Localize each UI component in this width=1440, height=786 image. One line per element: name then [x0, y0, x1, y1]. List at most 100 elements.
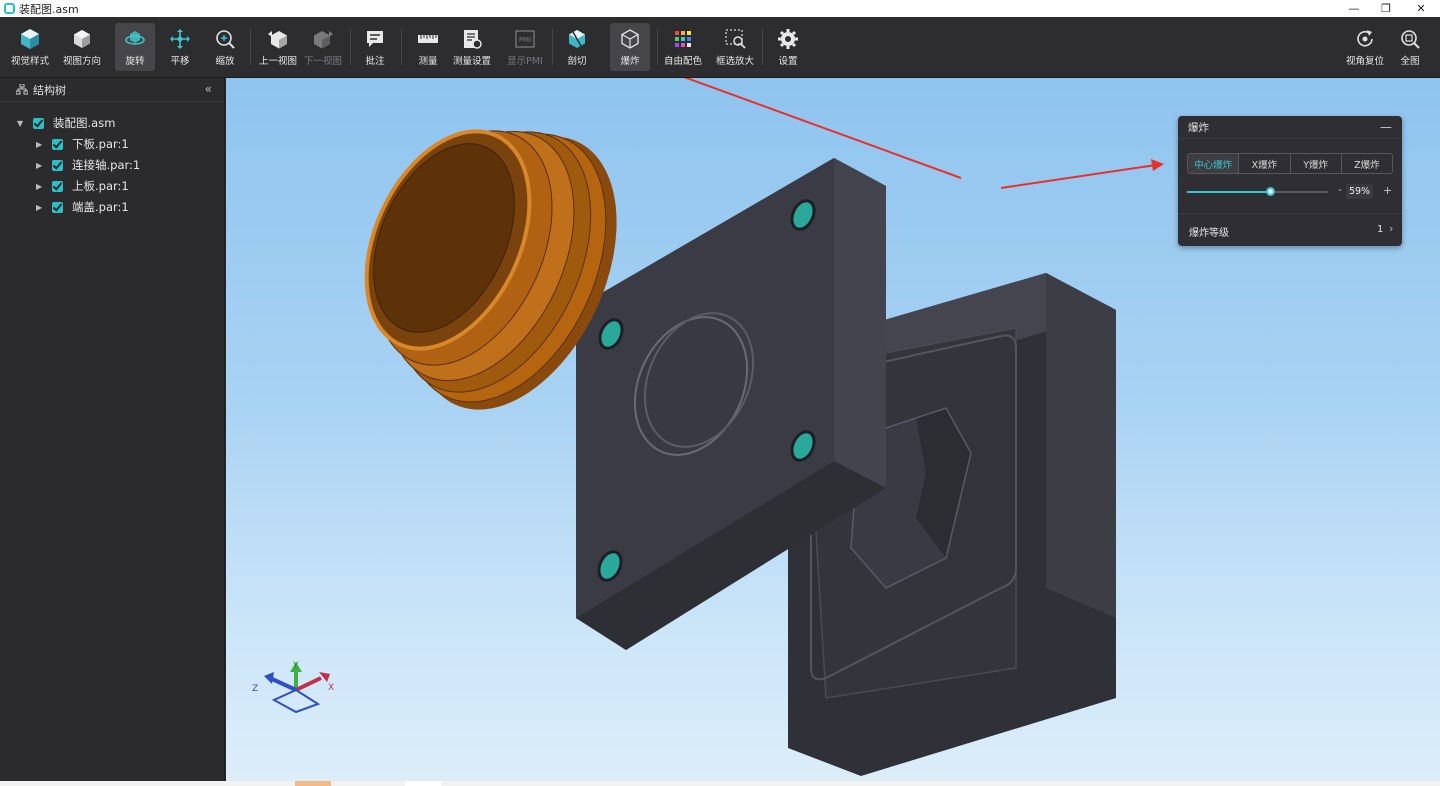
tree-node-child[interactable]: ▶ 端盖.par:1 [36, 198, 129, 216]
tool-reset-view[interactable]: 视角复位 [1344, 23, 1386, 71]
tree-node-label: 端盖.par:1 [72, 200, 129, 214]
tool-label: 视觉样式 [10, 56, 49, 67]
tool-label: 框选放大 [715, 56, 754, 67]
tool-label: 显示PMI [507, 56, 543, 67]
minimize-button[interactable]: — [1337, 0, 1371, 17]
axis-z-label: Z [252, 684, 258, 694]
tool-label: 缩放 [215, 56, 235, 67]
tree-node-child[interactable]: ▶ 上板.par:1 [36, 177, 129, 195]
close-button[interactable]: ✕ [1404, 0, 1438, 17]
annotation-arrow-line [1000, 164, 1157, 189]
tab-z-explode[interactable]: Z爆炸 [1342, 154, 1392, 173]
tab-center-explode[interactable]: 中心爆炸 [1188, 154, 1240, 173]
explode-level-value[interactable]: 1 [1377, 224, 1383, 235]
collapse-sidebar-button[interactable]: « [205, 82, 212, 96]
app-logo-icon [4, 3, 15, 14]
explode-icon [619, 28, 641, 50]
visibility-checkbox[interactable] [52, 201, 63, 213]
caret-down-icon[interactable]: ▼ [17, 119, 25, 128]
free-color-icon [672, 28, 694, 50]
tool-annotation[interactable]: 批注 [357, 23, 393, 71]
tool-visual-style[interactable]: 视觉样式 [8, 23, 52, 71]
tool-rotate[interactable]: 旋转 [115, 23, 155, 71]
caret-right-icon[interactable]: ▶ [36, 182, 44, 191]
minimize-panel-button[interactable]: — [1380, 120, 1392, 134]
caret-right-icon[interactable]: ▶ [36, 140, 44, 149]
tab-y-explode[interactable]: Y爆炸 [1291, 154, 1342, 173]
increase-button[interactable]: + [1383, 184, 1392, 197]
explode-slider-fill [1187, 191, 1271, 193]
pmi-icon-text: PMI [519, 36, 531, 44]
box-zoom-icon [724, 28, 746, 50]
tree-node-label: 上板.par:1 [72, 179, 129, 193]
tool-previous-view[interactable]: 上一视图 [257, 23, 299, 71]
tool-section[interactable]: 剖切 [559, 23, 595, 71]
explode-slider-thumb[interactable] [1266, 187, 1276, 196]
explode-value-input[interactable]: 59% [1346, 184, 1373, 199]
title-bar: 装配图.asm — ❐ ✕ [0, 0, 1440, 17]
tool-label: 测量 [418, 56, 438, 67]
annotation-arrow-line [683, 78, 962, 179]
reset-view-icon [1354, 28, 1376, 50]
tab-x-explode[interactable]: X爆炸 [1239, 154, 1291, 173]
caret-right-icon[interactable]: ▶ [36, 203, 44, 212]
tree-node-root[interactable]: ▼ 装配图.asm [17, 114, 115, 132]
tool-label: 设置 [778, 56, 798, 67]
annotation-arrowhead [1151, 159, 1164, 171]
structure-tree-header: 结构树 « [0, 78, 224, 102]
toolbar-separator [552, 29, 553, 65]
tree-node-label: 连接轴.par:1 [72, 158, 141, 172]
main-toolbar: 视觉样式 视图方向 旋转 平移 缩放 上一视图 下一视图 批注 测量 测量设置 … [0, 17, 1440, 78]
tool-settings[interactable]: 设置 [770, 23, 806, 71]
decrease-button[interactable]: - [1338, 185, 1342, 196]
toolbar-separator [657, 29, 658, 65]
tool-free-color[interactable]: 自由配色 [662, 23, 704, 71]
tool-zoom[interactable]: 缩放 [207, 23, 243, 71]
caret-right-icon[interactable]: ▶ [36, 161, 44, 170]
structure-tree-panel: 结构树 « ▼ 装配图.asm ▶ 下板.par:1 ▶ 连接轴.par:1 ▶… [0, 78, 225, 781]
rotate-icon [124, 28, 146, 50]
tree-node-label: 下板.par:1 [72, 137, 129, 151]
visibility-checkbox[interactable] [52, 159, 63, 171]
explode-panel: 爆炸 — 中心爆炸 X爆炸 Y爆炸 Z爆炸 - 59% + 爆炸等级 1 › [1178, 116, 1402, 246]
tool-view-direction[interactable]: 视图方向 [60, 23, 104, 71]
toolbar-separator [762, 29, 763, 65]
visibility-checkbox[interactable] [52, 180, 63, 192]
tool-measure[interactable]: 测量 [410, 23, 446, 71]
tree-node-child[interactable]: ▶ 连接轴.par:1 [36, 156, 140, 174]
tool-fit-all[interactable]: 全图 [1392, 23, 1428, 71]
window-title: 装配图.asm [19, 2, 79, 16]
tool-label: 旋转 [125, 56, 145, 67]
explode-panel-title: 爆炸 [1188, 121, 1209, 134]
view-direction-icon [71, 28, 93, 50]
fit-all-icon [1399, 28, 1421, 50]
measure-icon [417, 28, 439, 50]
visibility-checkbox[interactable] [33, 117, 44, 129]
tool-pan[interactable]: 平移 [162, 23, 198, 71]
explode-panel-header: 爆炸 — [1178, 116, 1402, 139]
taskbar-item[interactable] [295, 781, 331, 786]
restore-button[interactable]: ❐ [1369, 0, 1403, 17]
tool-box-zoom[interactable]: 框选放大 [713, 23, 757, 71]
visibility-checkbox[interactable] [52, 138, 63, 150]
chevron-right-icon[interactable]: › [1389, 222, 1393, 235]
tool-label: 下一视图 [303, 56, 342, 67]
previous-view-icon [267, 28, 289, 50]
structure-tree-title: 结构树 [33, 83, 66, 97]
tool-show-pmi[interactable]: PMI 显示PMI [503, 23, 547, 71]
axis-x-label: X [328, 683, 334, 693]
tree-node-child[interactable]: ▶ 下板.par:1 [36, 135, 129, 153]
explode-slider[interactable] [1187, 187, 1328, 196]
tree-icon [16, 84, 28, 95]
tool-measure-settings[interactable]: 测量设置 [451, 23, 493, 71]
axis-y-label: Y [292, 661, 299, 671]
visual-style-icon [19, 28, 41, 50]
settings-icon [777, 28, 799, 50]
toolbar-separator [350, 29, 351, 65]
explode-level-label: 爆炸等级 [1189, 228, 1229, 239]
taskbar-item[interactable] [405, 781, 441, 786]
tool-next-view[interactable]: 下一视图 [302, 23, 344, 71]
tool-explode[interactable]: 爆炸 [610, 23, 650, 71]
panel-divider [1178, 213, 1402, 214]
tool-label: 上一视图 [258, 56, 297, 67]
